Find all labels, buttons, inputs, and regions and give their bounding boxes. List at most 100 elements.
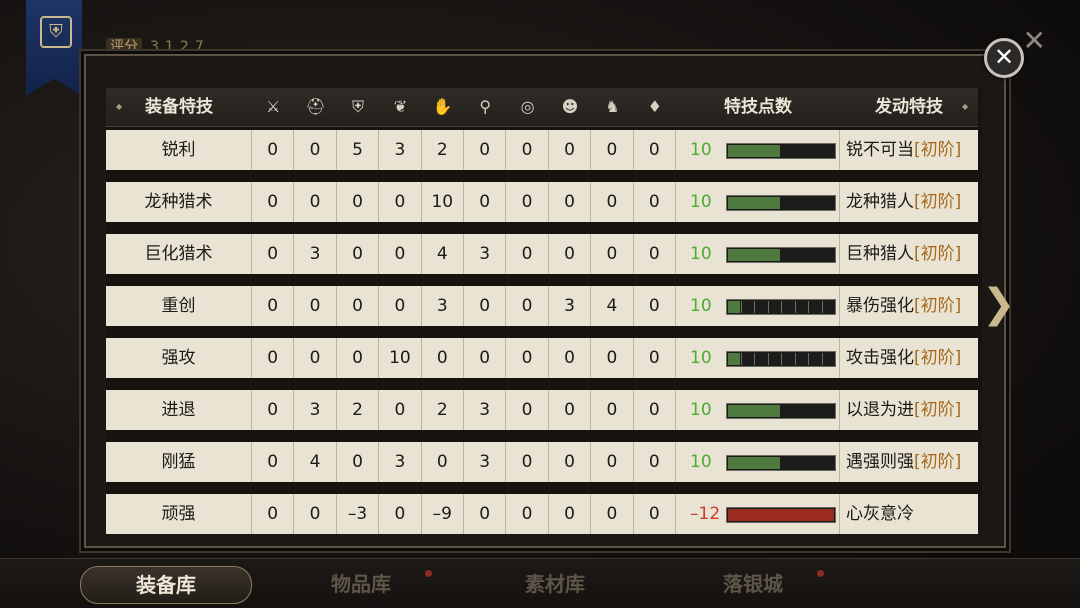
- slot-value: 0: [634, 442, 676, 482]
- slot-value: 3: [464, 442, 507, 482]
- slot-value: 2: [337, 390, 380, 430]
- skill-name: 巨化猎术: [106, 234, 252, 274]
- skill-name: 重创: [106, 286, 252, 326]
- slot-value: 0: [506, 390, 549, 430]
- activate-skill[interactable]: 龙种猎人[初阶]: [840, 182, 978, 222]
- slot-value: 3: [422, 286, 464, 326]
- skill-tier-tag: [初阶]: [914, 140, 962, 160]
- activate-skill[interactable]: 心灰意冷: [840, 494, 978, 534]
- slot-value: 0: [506, 234, 549, 274]
- activate-skill-name: 攻击强化: [846, 348, 914, 368]
- slot-value: 0: [634, 338, 676, 378]
- sword-icon: ⚔: [266, 97, 281, 116]
- points-value: 10: [690, 244, 712, 264]
- activate-skill-name: 龙种猎人: [846, 192, 914, 212]
- skill-name: 刚猛: [106, 442, 252, 482]
- slot-value: 0: [549, 390, 592, 430]
- header-points[interactable]: 特技点数: [676, 88, 840, 126]
- close-button[interactable]: ✕: [984, 38, 1024, 78]
- activate-skill[interactable]: 遇强则强[初阶]: [840, 442, 978, 482]
- slot-value: 0: [379, 494, 422, 534]
- bar-segment-divider: [754, 301, 755, 313]
- bar-segment-divider: [754, 353, 755, 365]
- slot-value: 0: [549, 182, 592, 222]
- table-row[interactable]: 进退 0 3 2 0 2 3 0 0 0 0 10 以退为进[初阶]: [106, 390, 978, 430]
- slot-value: 0: [506, 182, 549, 222]
- activate-skill[interactable]: 攻击强化[初阶]: [840, 338, 978, 378]
- slot-value: –9: [422, 494, 464, 534]
- slot-value: 0: [252, 286, 295, 326]
- slot-value: 2: [422, 390, 464, 430]
- slot-value: 0: [549, 338, 592, 378]
- points-bar: [726, 351, 836, 367]
- slot-value: 0: [337, 234, 380, 274]
- slot-value: 3: [464, 234, 507, 274]
- bottom-tab-3[interactable]: 素材库: [470, 566, 640, 602]
- table-row[interactable]: 刚猛 0 4 0 3 0 3 0 0 0 0 10 遇强则强[初阶]: [106, 442, 978, 482]
- header-activate[interactable]: 发动特技: [840, 88, 978, 126]
- helmet-icon: ⛑: [305, 97, 326, 116]
- table-row[interactable]: 锐利 0 0 5 3 2 0 0 0 0 0 10 锐不可当[初阶]: [106, 130, 978, 170]
- slot-value: 10: [422, 182, 464, 222]
- bar-segment-divider: [821, 301, 823, 313]
- bar-segment-divider: [794, 353, 796, 365]
- header-skill-name[interactable]: 装备特技: [106, 88, 252, 126]
- table-row[interactable]: 顽强 0 0 –3 0 –9 0 0 0 0 0 –12 心灰意冷: [106, 494, 978, 534]
- boots-icon: ⚲: [479, 97, 492, 116]
- bottom-tab-2[interactable]: 物品库: [276, 566, 446, 602]
- activate-skill[interactable]: 锐不可当[初阶]: [840, 130, 978, 170]
- slot-value: 0: [252, 182, 295, 222]
- slot-value: 0: [252, 390, 295, 430]
- gem-icon: ♦: [647, 97, 662, 116]
- slot-value: 0: [591, 338, 634, 378]
- bottom-tab-1[interactable]: 装备库: [80, 566, 252, 604]
- activate-skill[interactable]: 暴伤强化[初阶]: [840, 286, 978, 326]
- points-bar-fill: [728, 249, 780, 261]
- slot-value: 0: [591, 442, 634, 482]
- slot-value: 0: [634, 390, 676, 430]
- points-bar: [726, 143, 836, 159]
- slot-value: 4: [422, 234, 464, 274]
- activate-skill[interactable]: 以退为进[初阶]: [840, 390, 978, 430]
- sort-down-icon[interactable]: ◆: [962, 102, 968, 111]
- points-bar: [726, 403, 836, 419]
- slot-value: 0: [464, 130, 507, 170]
- skill-name: 顽强: [106, 494, 252, 534]
- slot-value: 0: [294, 286, 337, 326]
- slot-value: 0: [506, 130, 549, 170]
- points-cell: 10: [676, 390, 840, 430]
- points-cell: 10: [676, 442, 840, 482]
- slot-value: 0: [252, 130, 295, 170]
- skill-name: 锐利: [106, 130, 252, 170]
- close-icon[interactable]: ✕: [1023, 24, 1046, 57]
- table-row[interactable]: 巨化猎术 0 3 0 0 4 3 0 0 0 0 10 巨种猎人[初阶]: [106, 234, 978, 274]
- activate-skill[interactable]: 巨种猎人[初阶]: [840, 234, 978, 274]
- slot-value: 0: [634, 130, 676, 170]
- next-page-arrow-icon[interactable]: ❯: [982, 282, 1016, 326]
- activate-skill-name: 巨种猎人: [846, 244, 914, 264]
- slot-value: 0: [294, 182, 337, 222]
- slot-value: 0: [591, 234, 634, 274]
- slot-value: 0: [379, 234, 422, 274]
- table-row[interactable]: 重创 0 0 0 0 3 0 0 3 4 0 10 暴伤强化[初阶]: [106, 286, 978, 326]
- points-value: 10: [690, 348, 712, 368]
- notification-dot-icon: [425, 570, 432, 577]
- points-value: 10: [690, 296, 712, 316]
- points-bar-fill: [728, 509, 834, 521]
- slot-value: 0: [591, 390, 634, 430]
- slot-value: 0: [591, 130, 634, 170]
- slot-value: 0: [506, 338, 549, 378]
- bottom-tab-4[interactable]: 落银城: [668, 566, 838, 602]
- activate-skill-name: 锐不可当: [846, 140, 914, 160]
- activate-skill-name: 以退为进: [846, 400, 914, 420]
- slot-value: 10: [379, 338, 422, 378]
- points-bar: [726, 299, 836, 315]
- activate-skill-name: 暴伤强化: [846, 296, 914, 316]
- slot-value: 2: [422, 130, 464, 170]
- points-bar: [726, 455, 836, 471]
- table-row[interactable]: 强攻 0 0 0 10 0 0 0 0 0 0 10 攻击强化[初阶]: [106, 338, 978, 378]
- bar-segment-divider: [740, 353, 742, 365]
- slot-value: 0: [294, 338, 337, 378]
- slot-value: 0: [379, 390, 422, 430]
- table-row[interactable]: 龙种猎术 0 0 0 0 10 0 0 0 0 0 10 龙种猎人[初阶]: [106, 182, 978, 222]
